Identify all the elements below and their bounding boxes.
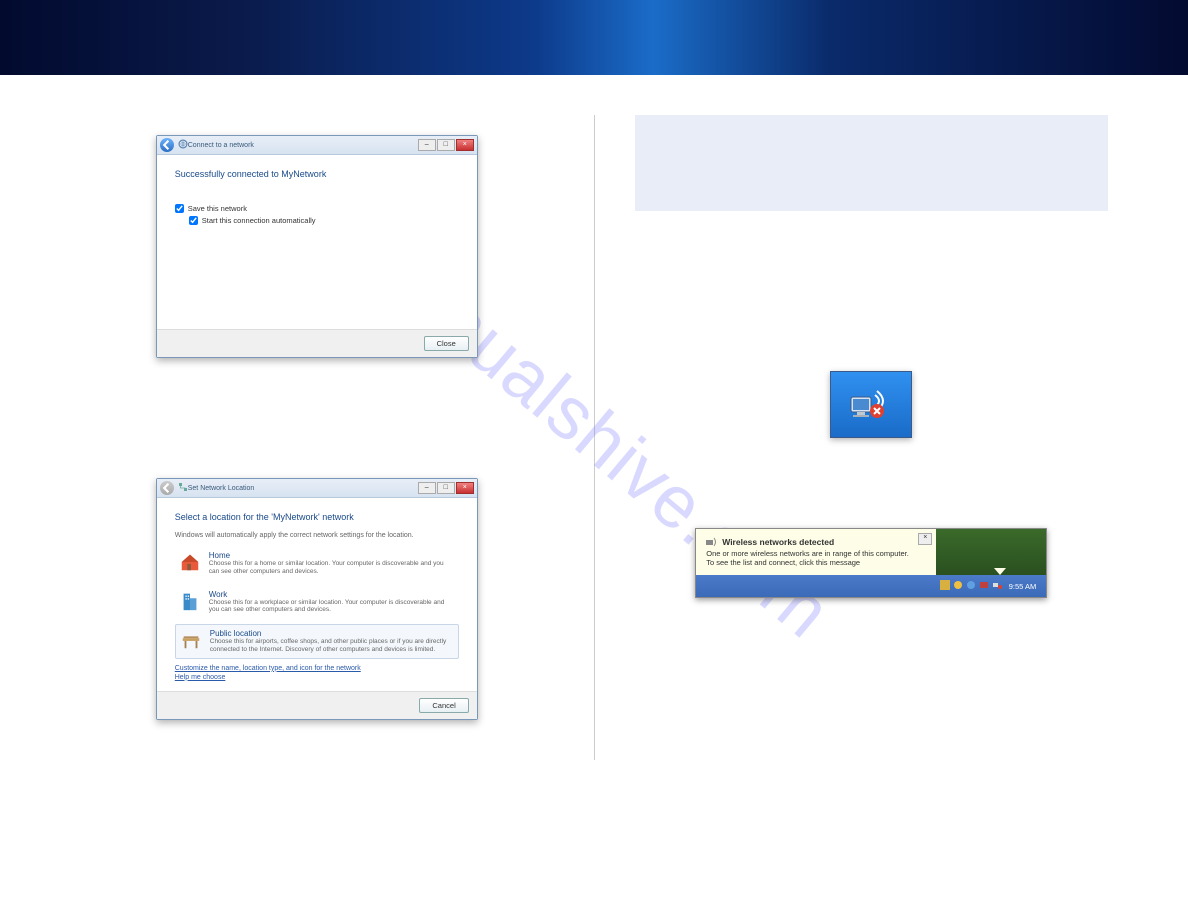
- page-banner: [0, 0, 1188, 75]
- maximize-button[interactable]: □: [437, 482, 455, 494]
- close-window-button[interactable]: ×: [456, 139, 474, 151]
- balloon-body-line1: One or more wireless networks are in ran…: [706, 549, 926, 558]
- tray-clock: 9:55 AM: [1005, 582, 1041, 591]
- work-desc: Choose this for a workplace or similar l…: [209, 599, 455, 615]
- back-icon-disabled: [160, 481, 174, 495]
- balloon-title: Wireless networks detected: [706, 537, 926, 547]
- tray-icon[interactable]: [953, 580, 963, 592]
- titlebar: Connect to a network – □ ×: [157, 136, 477, 155]
- customize-link[interactable]: Customize the name, location type, and i…: [175, 665, 459, 672]
- right-column: × Wireless networks detected One or more…: [615, 115, 1129, 760]
- save-network-checkbox[interactable]: Save this network: [175, 204, 459, 213]
- location-option-work[interactable]: Work Choose this for a workplace or simi…: [175, 586, 459, 619]
- tray-wireless-icon[interactable]: [992, 580, 1002, 592]
- home-desc: Choose this for a home or similar locati…: [209, 560, 455, 576]
- dialog-title: Set Network Location: [188, 485, 255, 492]
- titlebar-network-icon: [178, 482, 188, 494]
- close-window-button[interactable]: ×: [456, 482, 474, 494]
- network-location-dialog: Set Network Location – □ × Select a loca…: [156, 478, 478, 720]
- location-subtext: Windows will automatically apply the cor…: [175, 532, 459, 539]
- success-heading: Successfully connected to MyNetwork: [175, 169, 459, 179]
- desktop-background: [936, 529, 1046, 575]
- cancel-button[interactable]: Cancel: [419, 698, 468, 713]
- back-icon[interactable]: [160, 138, 174, 152]
- connect-network-dialog: Connect to a network – □ × Successfully …: [156, 135, 478, 358]
- page-content: manualshive.com Connect to a network – □…: [0, 75, 1188, 820]
- titlebar-globe-icon: [178, 139, 188, 151]
- location-option-public[interactable]: Public location Choose this for airports…: [175, 624, 459, 659]
- column-divider: [594, 115, 595, 760]
- save-network-label: Save this network: [188, 204, 247, 213]
- work-icon: [179, 590, 201, 612]
- home-icon: [179, 551, 201, 573]
- xp-wireless-tray-icon: [830, 371, 912, 438]
- public-desc: Choose this for airports, coffee shops, …: [210, 638, 454, 654]
- location-heading: Select a location for the 'MyNetwork' ne…: [175, 512, 459, 522]
- tray-icon[interactable]: [966, 580, 976, 592]
- public-title: Public location: [210, 629, 454, 638]
- minimize-button[interactable]: –: [418, 482, 436, 494]
- xp-taskbar: 9:55 AM: [696, 575, 1046, 597]
- location-option-home[interactable]: Home Choose this for a home or similar l…: [175, 547, 459, 580]
- maximize-button[interactable]: □: [437, 139, 455, 151]
- help-choose-link[interactable]: Help me choose: [175, 674, 459, 681]
- autostart-label: Start this connection automatically: [202, 216, 316, 225]
- xp-balloon-notification: × Wireless networks detected One or more…: [695, 528, 1047, 598]
- autostart-checkbox[interactable]: Start this connection automatically: [189, 216, 459, 225]
- work-title: Work: [209, 590, 455, 599]
- home-title: Home: [209, 551, 455, 560]
- close-button[interactable]: Close: [424, 336, 469, 351]
- minimize-button[interactable]: –: [418, 139, 436, 151]
- tray-icon[interactable]: [940, 580, 950, 592]
- public-icon: [180, 629, 202, 651]
- note-box: [635, 115, 1109, 211]
- tray-icon[interactable]: [979, 580, 989, 592]
- left-column: Connect to a network – □ × Successfully …: [60, 115, 574, 760]
- balloon-body-line2: To see the list and connect, click this …: [706, 558, 926, 567]
- dialog-title: Connect to a network: [188, 142, 254, 149]
- titlebar: Set Network Location – □ ×: [157, 479, 477, 498]
